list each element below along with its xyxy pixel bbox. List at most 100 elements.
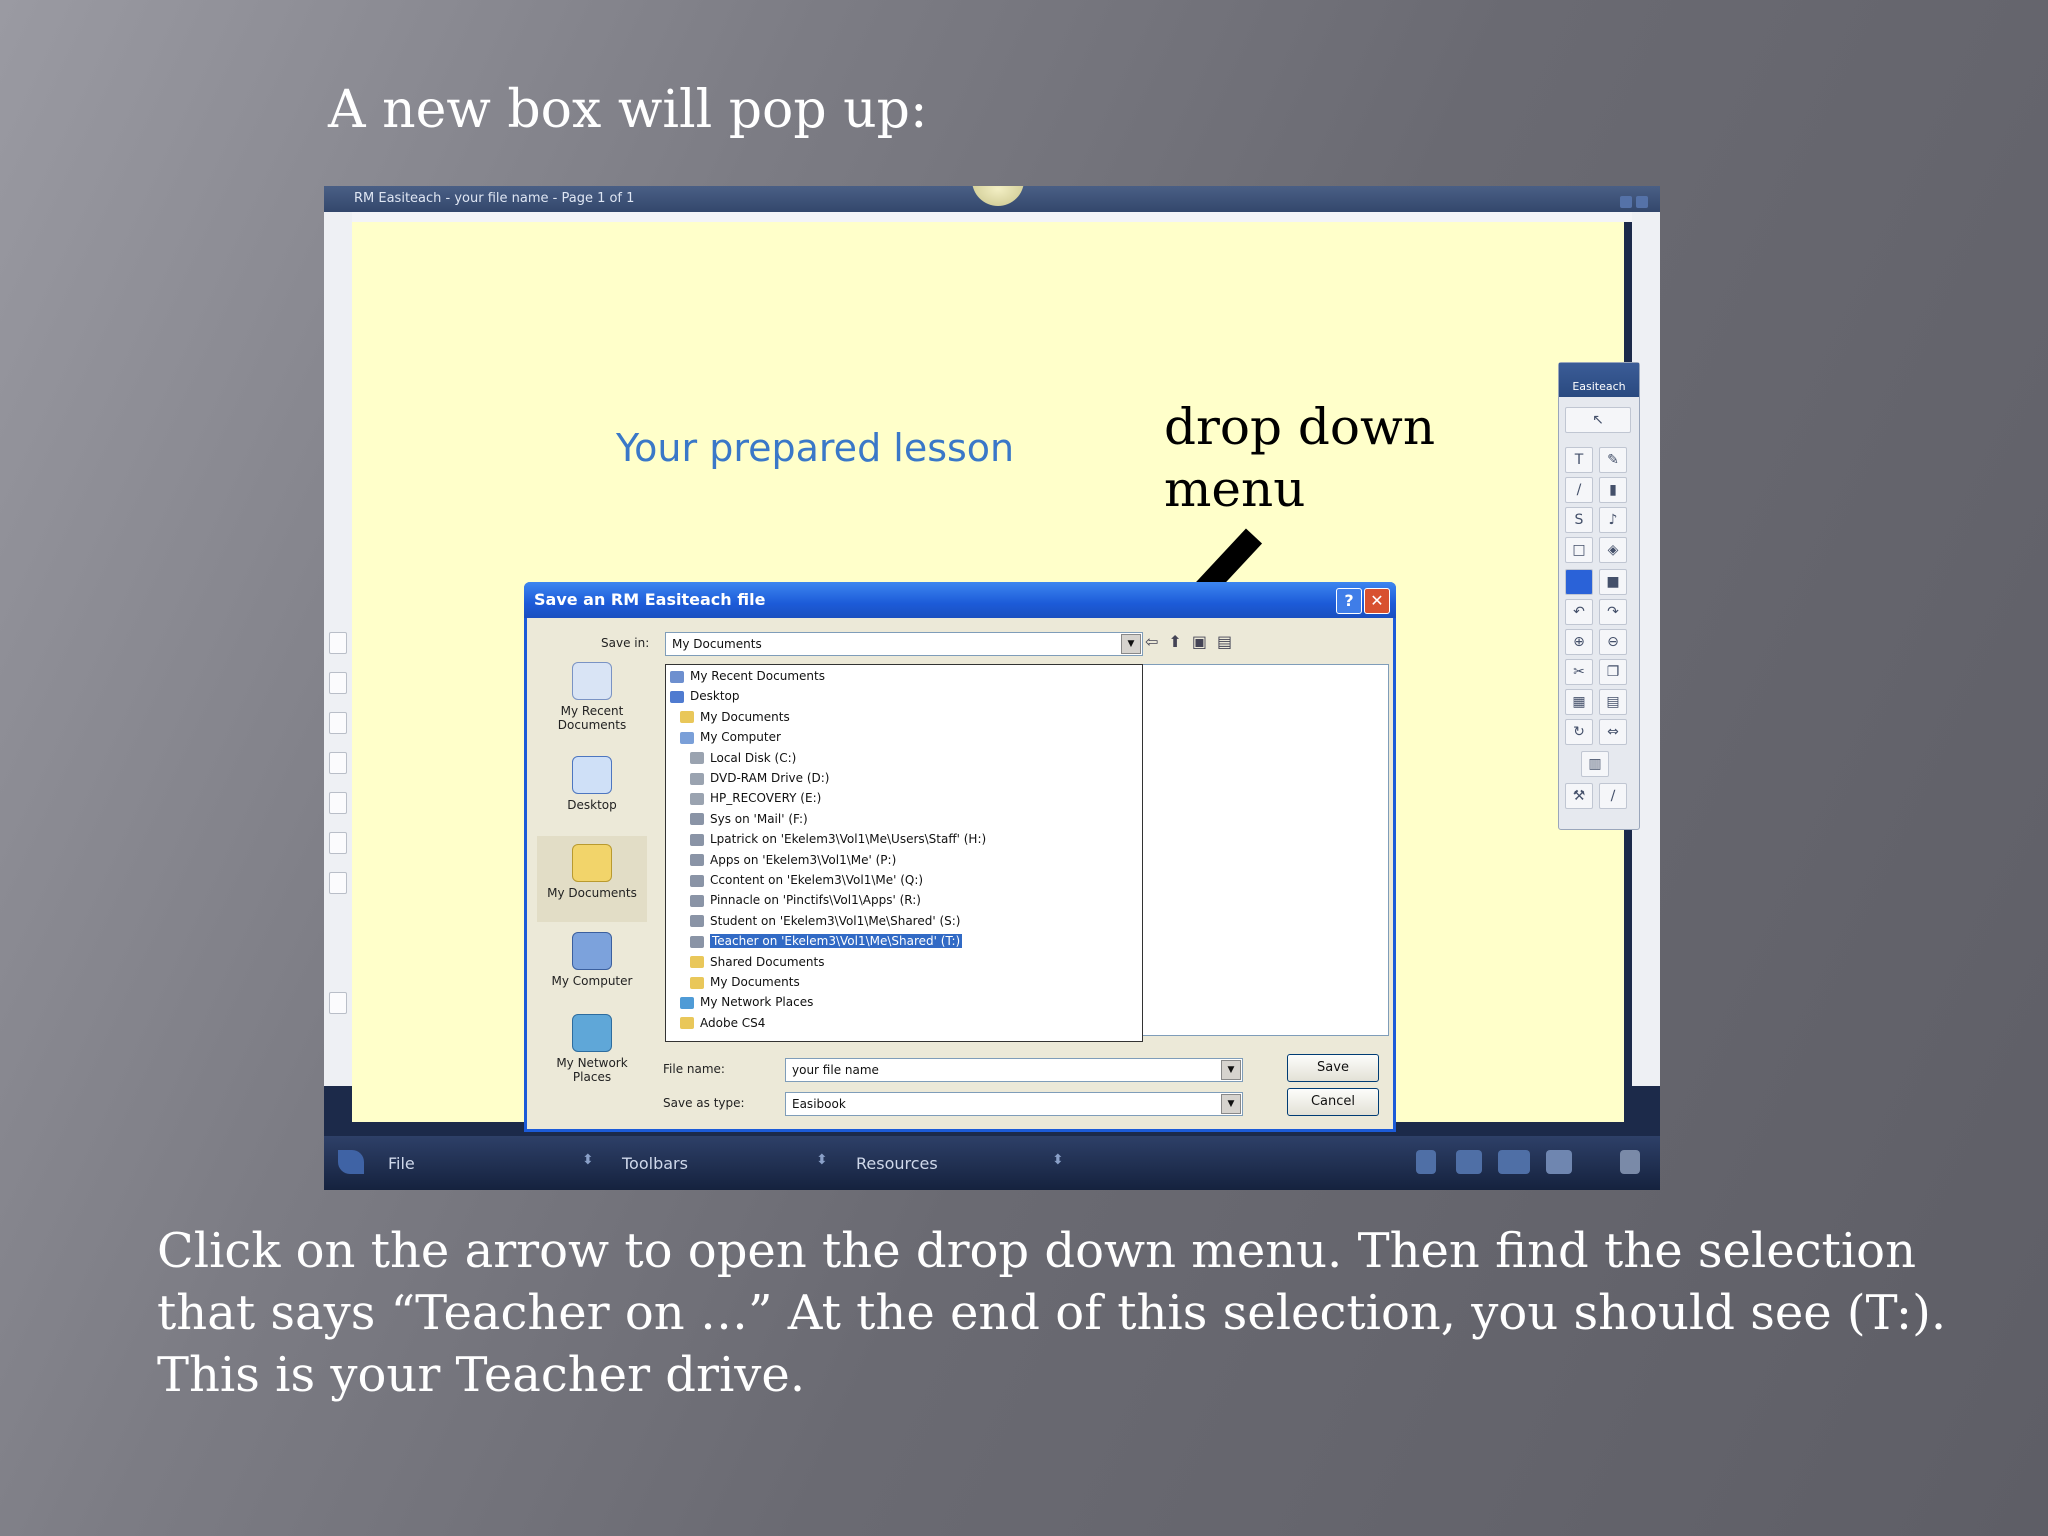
curve-tool-icon[interactable]: S <box>1565 507 1593 533</box>
slide-title: A new box will pop up: <box>328 80 928 140</box>
lesson-text: Your prepared lesson <box>616 426 1015 470</box>
trash-icon[interactable] <box>1620 1150 1640 1174</box>
close-button[interactable]: ✕ <box>1364 588 1390 614</box>
cut-icon[interactable]: ✂ <box>1565 659 1593 685</box>
resources-menu-arrow-icon[interactable]: ⬍ <box>1052 1152 1064 1168</box>
easiteach-logo-icon[interactable] <box>338 1150 364 1174</box>
table-icon[interactable]: ▥ <box>1581 751 1609 777</box>
place-my-documents[interactable]: My Documents <box>537 836 647 922</box>
back-icon[interactable]: ⇦ <box>1145 632 1168 651</box>
delete-icon[interactable]: ▮ <box>1599 477 1627 503</box>
grid-icon[interactable]: ▤ <box>1599 689 1627 715</box>
flip-icon[interactable]: ⇔ <box>1599 719 1627 745</box>
location-icon <box>680 1017 694 1030</box>
page-thumb-icon[interactable] <box>329 992 347 1014</box>
zoom-out-icon[interactable]: ⊖ <box>1599 629 1627 655</box>
undo-icon[interactable]: ↶ <box>1565 599 1593 625</box>
redo-icon[interactable]: ↷ <box>1599 599 1627 625</box>
line-color-icon[interactable]: ■ <box>1599 569 1627 595</box>
file-menu-arrow-icon[interactable]: ⬍ <box>582 1152 594 1168</box>
up-folder-icon[interactable]: ⬆ <box>1168 632 1191 651</box>
dropdown-item[interactable]: Pinnacle on 'Pinctifs\Vol1\Apps' (R:) <box>690 890 921 910</box>
dropdown-item[interactable]: My Recent Documents <box>670 666 825 686</box>
group-icon[interactable]: ▦ <box>1565 689 1593 715</box>
zoom-in-icon[interactable]: ⊕ <box>1565 629 1593 655</box>
save-type-dropdown-icon[interactable]: ▼ <box>1221 1094 1241 1114</box>
place-my-computer[interactable]: My Computer <box>537 932 647 988</box>
page-thumb-icon[interactable] <box>329 832 347 854</box>
save-type-label: Save as type: <box>663 1096 745 1110</box>
location-icon <box>670 690 684 703</box>
next-icon[interactable] <box>1546 1150 1572 1174</box>
dropdown-item[interactable]: Student on 'Ekelem3\Vol1\Me\Shared' (S:) <box>690 911 960 931</box>
dropdown-item[interactable]: Adobe CS4 <box>680 1013 765 1033</box>
page-thumb-icon[interactable] <box>329 712 347 734</box>
fill-color-icon[interactable] <box>1565 569 1593 595</box>
dropdown-item[interactable]: Sys on 'Mail' (F:) <box>690 809 808 829</box>
save-button[interactable]: Save <box>1287 1054 1379 1082</box>
text-tool-icon[interactable]: T <box>1565 447 1593 473</box>
copy-icon[interactable]: ❐ <box>1599 659 1627 685</box>
dropdown-item[interactable]: Apps on 'Ekelem3\Vol1\Me' (P:) <box>690 850 896 870</box>
place-my-network-places[interactable]: My Network Places <box>537 1014 647 1084</box>
dropdown-item-label: Local Disk (C:) <box>710 750 797 765</box>
select-tool-icon[interactable]: ↖ <box>1565 407 1631 433</box>
page-thumb-icon[interactable] <box>329 872 347 894</box>
save-in-dropdown[interactable]: My Documents ▼ <box>665 632 1143 656</box>
dropdown-item[interactable]: Teacher on 'Ekelem3\Vol1\Me\Shared' (T:) <box>690 931 963 951</box>
rotate-icon[interactable]: ↻ <box>1565 719 1593 745</box>
dropdown-item[interactable]: Desktop <box>670 686 740 706</box>
place-label: My Documents <box>547 886 637 900</box>
page-thumb-icon[interactable] <box>329 792 347 814</box>
my-documents-icon <box>572 844 612 882</box>
place-label: Documents <box>557 718 627 732</box>
close-window-icon[interactable] <box>1636 196 1648 208</box>
shape-tool-icon[interactable]: □ <box>1565 537 1593 563</box>
page-thumb-icon[interactable] <box>329 752 347 774</box>
save-in-dropdown-list[interactable]: My Recent Documents Desktop My Documents My… <box>665 664 1143 1042</box>
dropdown-item[interactable]: My Computer <box>680 727 781 747</box>
page-icon[interactable] <box>1416 1150 1436 1174</box>
resources-menu[interactable]: Resources <box>856 1154 938 1173</box>
dropdown-item[interactable]: Local Disk (C:) <box>690 748 796 768</box>
measure-icon[interactable]: ∕ <box>1599 783 1627 809</box>
easiteach-screenshot: RM Easiteach - your file name - Page 1 o… <box>324 186 1660 1190</box>
dropdown-item[interactable]: My Network Places <box>680 992 813 1012</box>
dropdown-item[interactable]: Lpatrick on 'Ekelem3\Vol1\Me\Users\Staff… <box>690 829 986 849</box>
minimize-icon[interactable] <box>1620 196 1632 208</box>
highlighter-icon[interactable]: / <box>1565 477 1593 503</box>
dropdown-item[interactable]: HP_RECOVERY (E:) <box>690 788 821 808</box>
cancel-button[interactable]: Cancel <box>1287 1088 1379 1116</box>
dropdown-item[interactable]: Ccontent on 'Ekelem3\Vol1\Me' (Q:) <box>690 870 923 890</box>
sound-tool-icon[interactable]: ♪ <box>1599 507 1627 533</box>
dropdown-item[interactable]: DVD-RAM Drive (D:) <box>690 768 830 788</box>
dropdown-arrow-icon[interactable]: ▼ <box>1121 634 1141 654</box>
pen-tool-icon[interactable]: ✎ <box>1599 447 1627 473</box>
file-name-field[interactable]: your file name ▼ <box>785 1058 1243 1082</box>
help-button[interactable]: ? <box>1336 588 1362 614</box>
location-icon <box>690 894 704 907</box>
keyboard-icon[interactable] <box>1498 1150 1530 1174</box>
page-thumb-icon[interactable] <box>329 672 347 694</box>
dropdown-item[interactable]: Shared Documents <box>690 952 824 972</box>
new-folder-icon[interactable]: ▣ <box>1192 632 1217 651</box>
place-label: Places <box>572 1070 612 1084</box>
menu-knob-icon[interactable] <box>972 186 1024 206</box>
place-my-recent-documents[interactable]: My Recent Documents <box>537 662 647 732</box>
place-desktop[interactable]: Desktop <box>537 756 647 812</box>
dropdown-item[interactable]: My Documents <box>680 707 790 727</box>
fill-tool-icon[interactable]: ◈ <box>1599 537 1627 563</box>
view-menu-icon[interactable]: ▤ <box>1217 632 1242 651</box>
dropdown-item[interactable]: My Documents <box>690 972 800 992</box>
app-window-title: RM Easiteach - your file name - Page 1 o… <box>354 191 635 206</box>
tools-icon[interactable] <box>1456 1150 1482 1174</box>
file-list[interactable] <box>1139 664 1389 1036</box>
caption-line: Click on the arrow to open the drop down… <box>157 1223 1916 1279</box>
save-type-select[interactable]: Easibook ▼ <box>785 1092 1243 1116</box>
file-name-dropdown-icon[interactable]: ▼ <box>1221 1060 1241 1080</box>
toolbars-menu-arrow-icon[interactable]: ⬍ <box>816 1152 828 1168</box>
file-menu[interactable]: File <box>388 1154 415 1173</box>
toolbars-menu[interactable]: Toolbars <box>622 1154 688 1173</box>
page-thumb-icon[interactable] <box>329 632 347 654</box>
settings-tool-icon[interactable]: ⚒ <box>1565 783 1593 809</box>
